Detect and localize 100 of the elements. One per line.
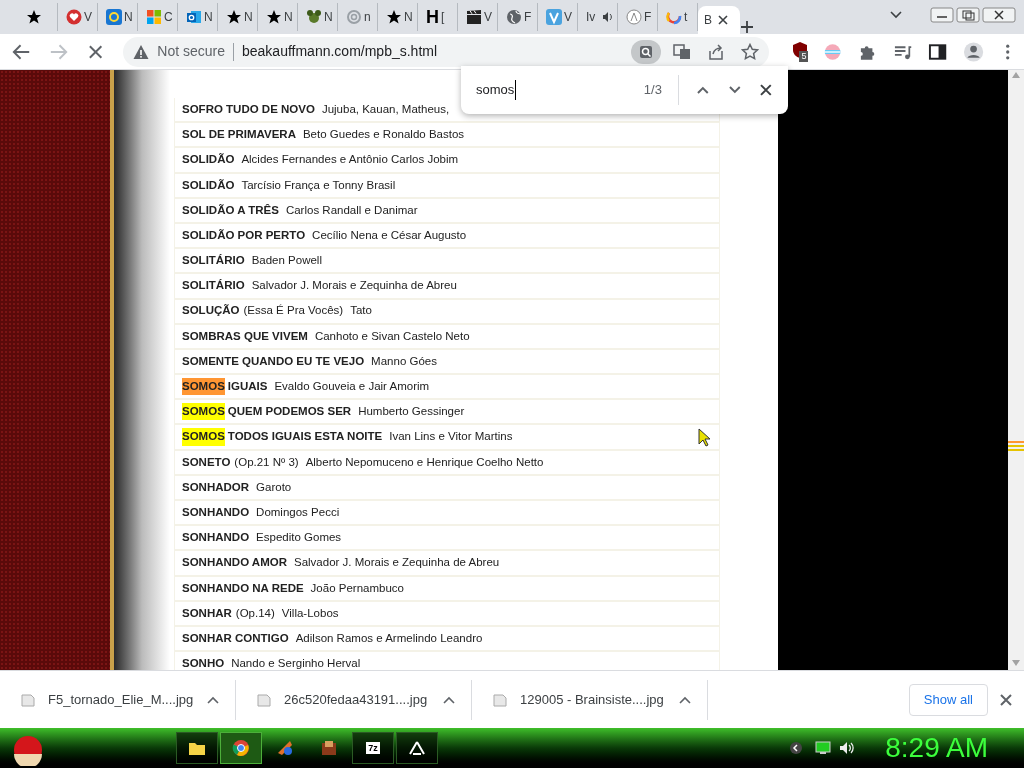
browser-tab[interactable]: N [378, 3, 418, 31]
find-input[interactable]: somos [476, 80, 517, 100]
warning-icon[interactable] [133, 43, 150, 60]
url-text: beakauffmann.com/mpb_s.html [242, 42, 439, 61]
window-controls-icon[interactable] [930, 7, 1016, 23]
browser-tab[interactable]: F [498, 3, 538, 31]
tab-title: F [644, 9, 652, 26]
browser-tab[interactable]: N [218, 3, 258, 31]
song-title: SOLUÇÃO [182, 303, 240, 319]
song-title: SONHANDO [182, 530, 250, 546]
share-icon[interactable] [707, 42, 726, 61]
artist-name: Evaldo Gouveia e Jair Amorim [274, 379, 430, 395]
network-icon[interactable] [815, 741, 832, 755]
browser-tab[interactable]: H[ [418, 3, 458, 31]
download-item[interactable]: 26c520fedaa43191....jpg [236, 679, 472, 720]
song-title: SOLITÁRIO [182, 253, 245, 269]
taskbar-button[interactable]: 7z [352, 732, 394, 764]
volume-icon[interactable] [839, 741, 856, 755]
artist-name: Salvador J. Morais e Zequinha de Abreu [294, 555, 500, 571]
find-button[interactable] [631, 39, 662, 64]
file-name: 129005 - Brainsiste....jpg [520, 690, 665, 709]
close-icon [718, 15, 728, 25]
close-icon[interactable] [1000, 693, 1012, 706]
star-icon [266, 9, 282, 25]
globe-icon [506, 9, 522, 25]
download-item[interactable]: F5_tornado_Elie_M....jpg [0, 679, 236, 720]
tab-title: N [324, 9, 332, 26]
browser-tab[interactable]: N [178, 3, 218, 31]
artist-name: Tarcísio França e Tonny Brasil [241, 177, 396, 193]
browser-tab[interactable]: n [338, 3, 378, 31]
browser-tab[interactable]: V [538, 3, 578, 31]
next-match-icon[interactable] [727, 85, 742, 95]
file-name: 26c520fedaa43191....jpg [284, 690, 429, 709]
song-title: SOLITÁRIO [182, 278, 245, 294]
tab-search-icon[interactable] [890, 11, 902, 19]
song-title: SONHANDO AMOR [182, 555, 287, 571]
song-note: (Essa É Pra Vocês) [243, 303, 344, 319]
show-all-button[interactable]: Show all [908, 683, 988, 716]
artist-name: Espedito Gomes [256, 530, 342, 546]
tab-title: C [164, 9, 172, 26]
folder-icon [188, 740, 206, 756]
address-bar[interactable]: Not secure beakauffmann.com/mpb_s.html [123, 36, 770, 67]
song-title: SONHANDO NA REDE [182, 580, 304, 596]
caret-icon [207, 695, 219, 704]
song-title: SONHO [182, 656, 225, 670]
browser-tab[interactable]: Iv [578, 3, 618, 31]
browser-tab[interactable]: N [98, 3, 138, 31]
tab-title: B [704, 12, 712, 29]
translate-icon[interactable] [673, 42, 692, 61]
artist-name: Alberto Nepomuceno e Henrique Coelho Netto [305, 454, 544, 470]
archiver-label: 7z [366, 742, 380, 754]
file-icon [256, 691, 272, 708]
tab-title: [ [441, 9, 446, 26]
artist-name: Manno Góes [371, 353, 437, 369]
tab-title: N [284, 9, 292, 26]
artist-name: Adilson Ramos e Armelindo Leandro [295, 630, 483, 646]
caret-icon [679, 695, 691, 704]
browser-tab[interactable]: N [258, 3, 298, 31]
profile-icon[interactable] [963, 40, 985, 63]
browser-tab[interactable]: N [298, 3, 338, 31]
song-note: (Op.21 Nº 3) [234, 454, 299, 470]
search-highlight: SOMOS [182, 403, 225, 421]
song-title: SOMBRAS QUE VIVEM [182, 328, 308, 344]
song-note: (Op.14) [235, 605, 275, 621]
taskbar-button[interactable] [176, 732, 218, 764]
close-icon[interactable] [760, 84, 772, 96]
artist-name: Canhoto e Sivan Castelo Neto [314, 328, 470, 344]
tab-title: V [484, 9, 492, 26]
match-marker [1008, 445, 1024, 447]
song-title: SOMENTE QUANDO EU TE VEJO [182, 353, 365, 369]
tab-title: N [244, 9, 252, 26]
taskbar-button[interactable] [396, 732, 438, 764]
artist-name: Ivan Lins e Vitor Martins [389, 429, 513, 445]
clapperboard-icon [466, 9, 482, 25]
download-item[interactable]: 129005 - Brainsiste....jpg [472, 679, 708, 720]
star-icon [386, 9, 402, 25]
tab-title: Iv [586, 9, 597, 26]
browser-tab[interactable]: C [138, 3, 178, 31]
side-panel-icon[interactable] [928, 41, 948, 62]
star-icon [26, 9, 42, 25]
song-title: SOLIDÃO POR PERTO [182, 227, 306, 243]
browser-tab[interactable]: V [458, 3, 498, 31]
song-title: SONHANDO [182, 504, 250, 520]
artist-name: Jujuba, Kauan, Matheus, [321, 101, 450, 117]
song-title: SONHAR CONTIGO [182, 630, 289, 646]
new-tab-icon [740, 20, 754, 34]
triangle-icon [409, 740, 425, 756]
artist-name: Villa-Lobos [281, 605, 339, 621]
previous-match-icon[interactable] [695, 85, 710, 95]
browser-tab[interactable]: B [698, 6, 740, 34]
tab-title: V [564, 9, 572, 26]
artist-name: Salvador J. Morais e Zequinha de Abreu [251, 278, 457, 294]
artist-name: Garoto [256, 479, 292, 495]
match-marker [1008, 449, 1024, 451]
browser-tab[interactable]: F [618, 3, 658, 31]
artist-name: Beto Guedes e Ronaldo Bastos [302, 127, 465, 143]
artist-name: Cecílio Nena e César Augusto [312, 227, 467, 243]
bookmark-star-icon[interactable] [741, 42, 760, 61]
app-icon [276, 739, 294, 757]
browser-tab[interactable]: V [58, 3, 98, 31]
